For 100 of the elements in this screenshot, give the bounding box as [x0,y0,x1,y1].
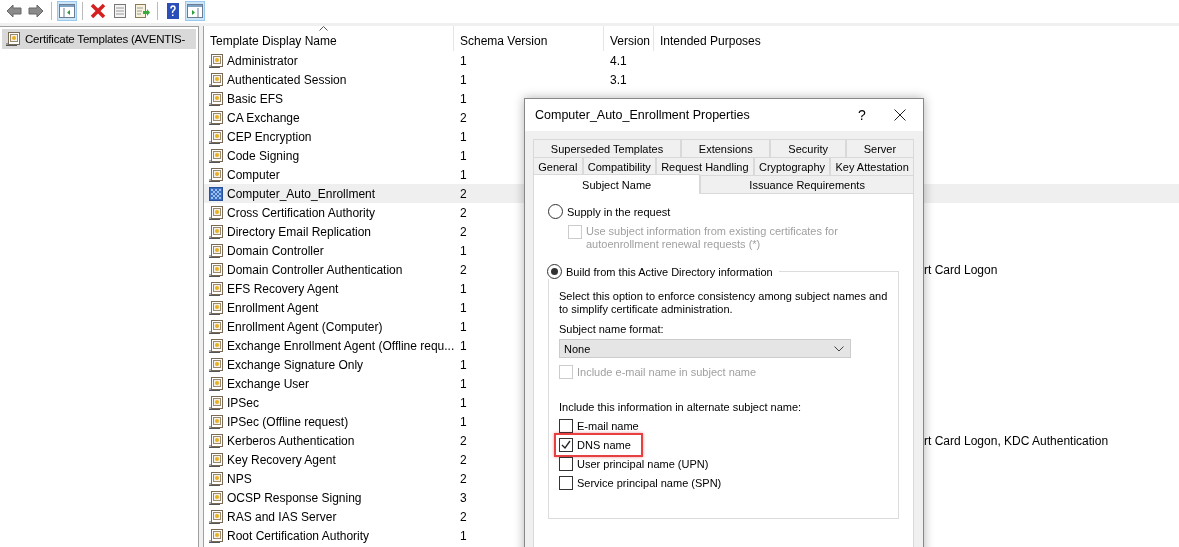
certificate-icon [209,528,223,543]
certificate-icon [209,452,223,467]
template-name[interactable]: NPS [227,471,252,486]
certificate-icon [209,281,223,296]
template-name[interactable]: IPSec (Offline request) [227,414,349,429]
option-label: Build from this Active Directory information [566,265,773,278]
certificate-icon [209,167,223,182]
radio-button[interactable] [548,204,563,219]
certificate-icon [6,32,20,46]
tab[interactable]: Extensions [681,139,771,157]
template-name[interactable]: Enrollment Agent [227,300,319,315]
schema-version: 1 [460,395,467,410]
option-label: Supply in the request [567,205,671,218]
certificate-icon [209,395,223,410]
template-name[interactable]: Domain Controller [227,243,324,258]
schema-version: 1 [460,281,467,296]
schema-version: 1 [460,414,467,429]
template-name[interactable]: Enrollment Agent (Computer) [227,319,383,334]
version: 3.1 [610,72,627,87]
checkbox-label: Include e-mail name in subject name [577,366,757,378]
schema-version: 2 [460,110,467,125]
tab[interactable]: Key Attestation [830,157,915,175]
schema-version: 2 [460,452,467,467]
template-name[interactable]: Basic EFS [227,91,283,106]
version: 4.1 [610,53,627,68]
schema-version: 1 [460,243,467,258]
template-name[interactable]: CA Exchange [227,110,300,125]
certificate-icon [209,338,223,353]
certificate-icon [209,319,223,334]
template-name[interactable]: Administrator [227,53,298,68]
radio-button[interactable] [547,264,562,279]
template-name[interactable]: Exchange Signature Only [227,357,364,372]
certificate-icon [209,243,223,258]
schema-version: 1 [460,338,467,353]
template-name[interactable]: Computer [227,167,280,182]
column-header[interactable]: Template Display Name [204,26,454,51]
template-name[interactable]: Exchange User [227,376,310,391]
checkbox[interactable] [559,457,573,471]
tab[interactable]: Subject Name [533,174,701,194]
close-icon [894,109,906,121]
intended-purposes: rt Card Logon [924,262,998,277]
schema-version: 2 [460,471,467,486]
chevron-down-icon [834,345,844,352]
field-label: Include this information in alternate subject name: [559,401,803,413]
template-name[interactable]: Root Certification Authority [227,528,370,543]
tab[interactable]: Superseded Templates [533,139,681,157]
schema-version: 1 [460,167,467,182]
tab[interactable]: Server [845,139,914,157]
certificate-icon [209,357,223,372]
certificate-icon [209,205,223,220]
template-name[interactable]: IPSec [227,395,259,410]
checkbox-label: Service principal name (SPN) [577,477,722,489]
certificate-icon [209,53,223,68]
certificate-icon [209,148,223,163]
checkbox[interactable] [559,438,573,452]
delete-button[interactable] [88,1,108,21]
template-name[interactable]: Computer_Auto_Enrollment [227,186,376,201]
template-name[interactable]: Domain Controller Authentication [227,262,403,277]
tab[interactable]: Security [770,139,846,157]
column-header[interactable]: Intended Purposes [654,26,1179,51]
help-button[interactable]: ? [847,100,877,130]
checkbox[interactable] [559,419,573,433]
schema-version: 1 [460,148,467,163]
column-header[interactable]: Version [604,26,654,51]
template-name[interactable]: Kerberos Authentication [227,433,355,448]
tab[interactable]: General [533,157,583,175]
template-name[interactable]: OCSP Response Signing [227,490,362,505]
certificate-icon [209,72,223,87]
checkbox-label: E-mail name [577,420,639,432]
schema-version: 2 [460,186,467,201]
schema-version: 2 [460,205,467,220]
template-name[interactable]: Authenticated Session [227,72,347,87]
show-action-pane-button[interactable] [185,1,205,21]
show-tree-button[interactable] [57,1,77,21]
template-name[interactable]: Exchange Enrollment Agent (Offline requ... [227,338,455,353]
template-name[interactable]: Directory Email Replication [227,224,372,239]
dialog-title: Computer_Auto_Enrollment Properties [535,108,751,122]
certificate-icon [209,471,223,486]
schema-version: 2 [460,224,467,239]
template-name[interactable]: EFS Recovery Agent [227,281,339,296]
certificate-icon [209,300,223,315]
certificate-icon [209,110,223,125]
template-name[interactable]: CEP Encryption [227,129,312,144]
template-name[interactable]: RAS and IAS Server [227,509,337,524]
format-dropdown[interactable]: None [559,339,851,358]
certificate-icon [209,224,223,239]
column-header[interactable]: Schema Version [454,26,604,51]
template-name[interactable]: Key Recovery Agent [227,452,336,467]
tree-item[interactable]: Certificate Templates (AVENTIS- [2,29,196,49]
template-name[interactable]: Cross Certification Authority [227,205,376,220]
certificate-icon [209,91,223,106]
template-name[interactable]: Code Signing [227,148,300,163]
tab[interactable]: Compatibility [582,157,656,175]
schema-version: 1 [460,319,467,334]
tab[interactable]: Issuance Requirements [700,175,914,193]
tab[interactable]: Cryptography [753,157,831,175]
tab[interactable]: Request Handling [655,157,754,175]
export-list-button[interactable] [132,1,152,21]
certificate-icon [209,490,223,505]
checkbox[interactable] [559,476,573,490]
